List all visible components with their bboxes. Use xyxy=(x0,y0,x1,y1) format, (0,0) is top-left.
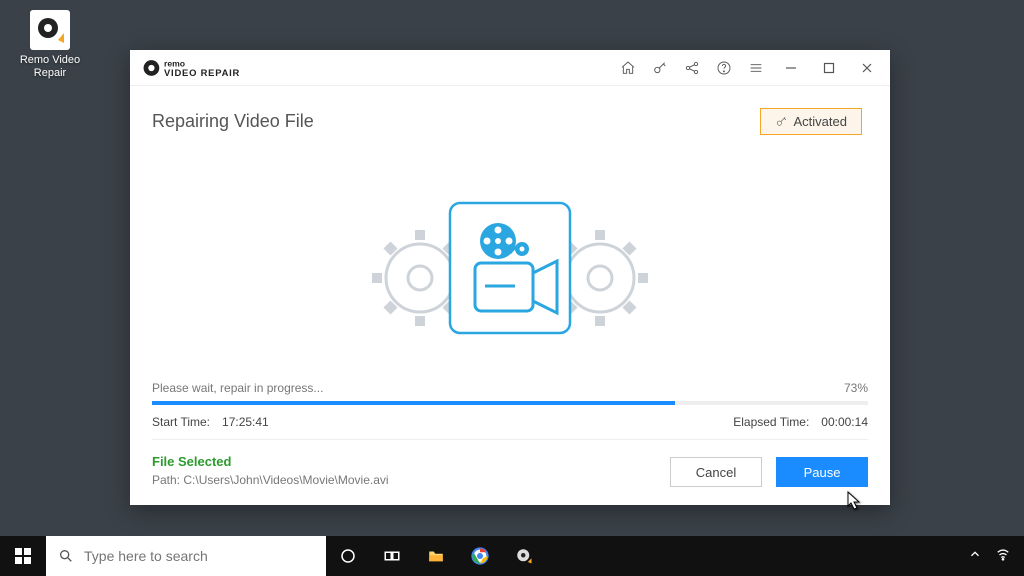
file-path-prefix: Path: xyxy=(152,473,183,487)
cursor-icon xyxy=(842,490,862,519)
brand-logo: remo VIDEO REPAIR xyxy=(142,57,268,79)
elapsed-time-label: Elapsed Time: xyxy=(733,415,809,429)
key-icon[interactable] xyxy=(650,58,670,78)
remo-app-icon xyxy=(30,10,70,50)
key-small-icon xyxy=(775,115,788,128)
chrome-icon[interactable] xyxy=(458,536,502,576)
titlebar: remo VIDEO REPAIR xyxy=(130,50,890,86)
footer-buttons: Cancel Pause xyxy=(670,457,868,487)
app-window: remo VIDEO REPAIR Repairing Video File A… xyxy=(130,50,890,505)
desktop-shortcut-remo[interactable]: Remo VideoRepair xyxy=(15,10,85,80)
activated-badge[interactable]: Activated xyxy=(760,108,862,135)
progress-percent: 73% xyxy=(844,381,868,395)
taskbar xyxy=(0,536,1024,576)
file-selected-label: File Selected xyxy=(152,454,389,469)
minimize-button[interactable] xyxy=(778,58,804,78)
help-icon[interactable] xyxy=(714,58,734,78)
file-selected-block: File Selected Path: C:\Users\John\Videos… xyxy=(152,454,389,487)
maximize-button[interactable] xyxy=(816,58,842,78)
system-tray xyxy=(954,536,1024,576)
titlebar-buttons xyxy=(618,58,880,78)
illustration xyxy=(130,145,890,381)
progress-bar xyxy=(152,401,868,405)
tray-chevron-icon[interactable] xyxy=(968,547,982,566)
footer-row: File Selected Path: C:\Users\John\Videos… xyxy=(130,440,890,505)
taskview-icon[interactable] xyxy=(370,536,414,576)
taskbar-search[interactable] xyxy=(46,536,326,576)
header-row: Repairing Video File Activated xyxy=(130,86,890,145)
remo-taskbar-icon[interactable] xyxy=(502,536,546,576)
menu-icon[interactable] xyxy=(746,58,766,78)
share-icon[interactable] xyxy=(682,58,702,78)
pause-button[interactable]: Pause xyxy=(776,457,868,487)
taskbar-pinned xyxy=(326,536,546,576)
elapsed-time-value: 00:00:14 xyxy=(821,415,868,429)
start-time-value: 17:25:41 xyxy=(222,415,269,429)
home-icon[interactable] xyxy=(618,58,638,78)
search-icon xyxy=(58,548,74,564)
progress-bar-fill xyxy=(152,401,675,405)
desktop-shortcut-label: Remo VideoRepair xyxy=(20,54,80,80)
activated-label: Activated xyxy=(794,114,847,129)
brand-line2: VIDEO REPAIR xyxy=(164,66,240,77)
page-title: Repairing Video File xyxy=(152,111,314,132)
start-button[interactable] xyxy=(0,536,46,576)
cortana-icon[interactable] xyxy=(326,536,370,576)
close-button[interactable] xyxy=(854,58,880,78)
search-input[interactable] xyxy=(84,548,314,564)
cancel-button[interactable]: Cancel xyxy=(670,457,762,487)
file-path-value: C:\Users\John\Videos\Movie\Movie.avi xyxy=(183,473,388,487)
progress-area: Please wait, repair in progress... 73% S… xyxy=(130,381,890,440)
start-time-label: Start Time: xyxy=(152,415,210,429)
tray-wifi-icon[interactable] xyxy=(996,547,1010,566)
file-explorer-icon[interactable] xyxy=(414,536,458,576)
progress-wait-text: Please wait, repair in progress... xyxy=(152,381,323,395)
